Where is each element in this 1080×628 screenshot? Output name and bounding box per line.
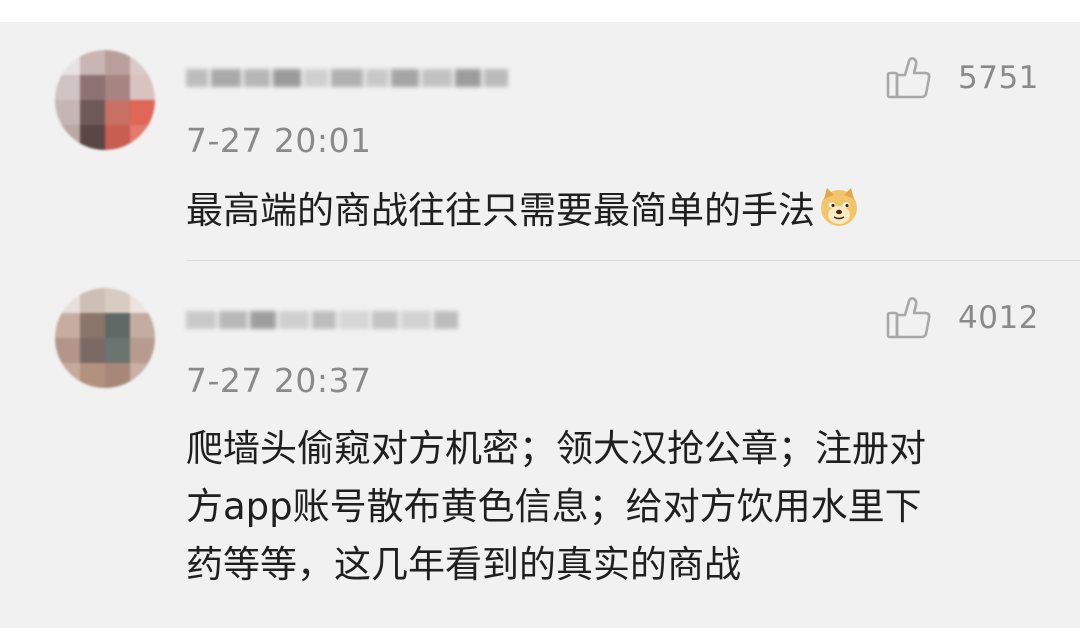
comment-text-line: 方app账号散布黄色信息；给对方饮用水里下 bbox=[186, 485, 922, 528]
comment-text-line: 爬墙头偷窥对方机密；领大汉抢公章；注册对 bbox=[186, 427, 926, 470]
top-strip bbox=[0, 0, 1080, 22]
thumbs-up-icon bbox=[886, 57, 931, 99]
username[interactable] bbox=[186, 300, 461, 340]
username[interactable] bbox=[186, 58, 511, 98]
divider bbox=[186, 260, 1080, 261]
avatar[interactable] bbox=[55, 50, 155, 150]
like-count: 4012 bbox=[958, 300, 1039, 336]
comment-text: 爬墙头偷窥对方机密；领大汉抢公章；注册对 方app账号散布黄色信息；给对方饮用水… bbox=[186, 420, 926, 594]
like-count: 5751 bbox=[958, 60, 1039, 96]
thumbs-up-icon bbox=[886, 297, 931, 339]
comment-text: 最高端的商战往往只需要最简单的手法 bbox=[186, 182, 861, 240]
comment-text-line: 药等等，这几年看到的真实的商战 bbox=[186, 543, 741, 586]
doge-emoji bbox=[821, 188, 857, 226]
avatar[interactable] bbox=[55, 288, 155, 388]
comment-text-line: 最高端的商战往往只需要最简单的手法 bbox=[186, 189, 815, 232]
like-button[interactable]: 5751 bbox=[886, 55, 1039, 101]
like-button[interactable]: 4012 bbox=[886, 295, 1039, 341]
comment-time: 7-27 20:01 bbox=[186, 121, 372, 160]
comment-time: 7-27 20:37 bbox=[186, 361, 372, 400]
